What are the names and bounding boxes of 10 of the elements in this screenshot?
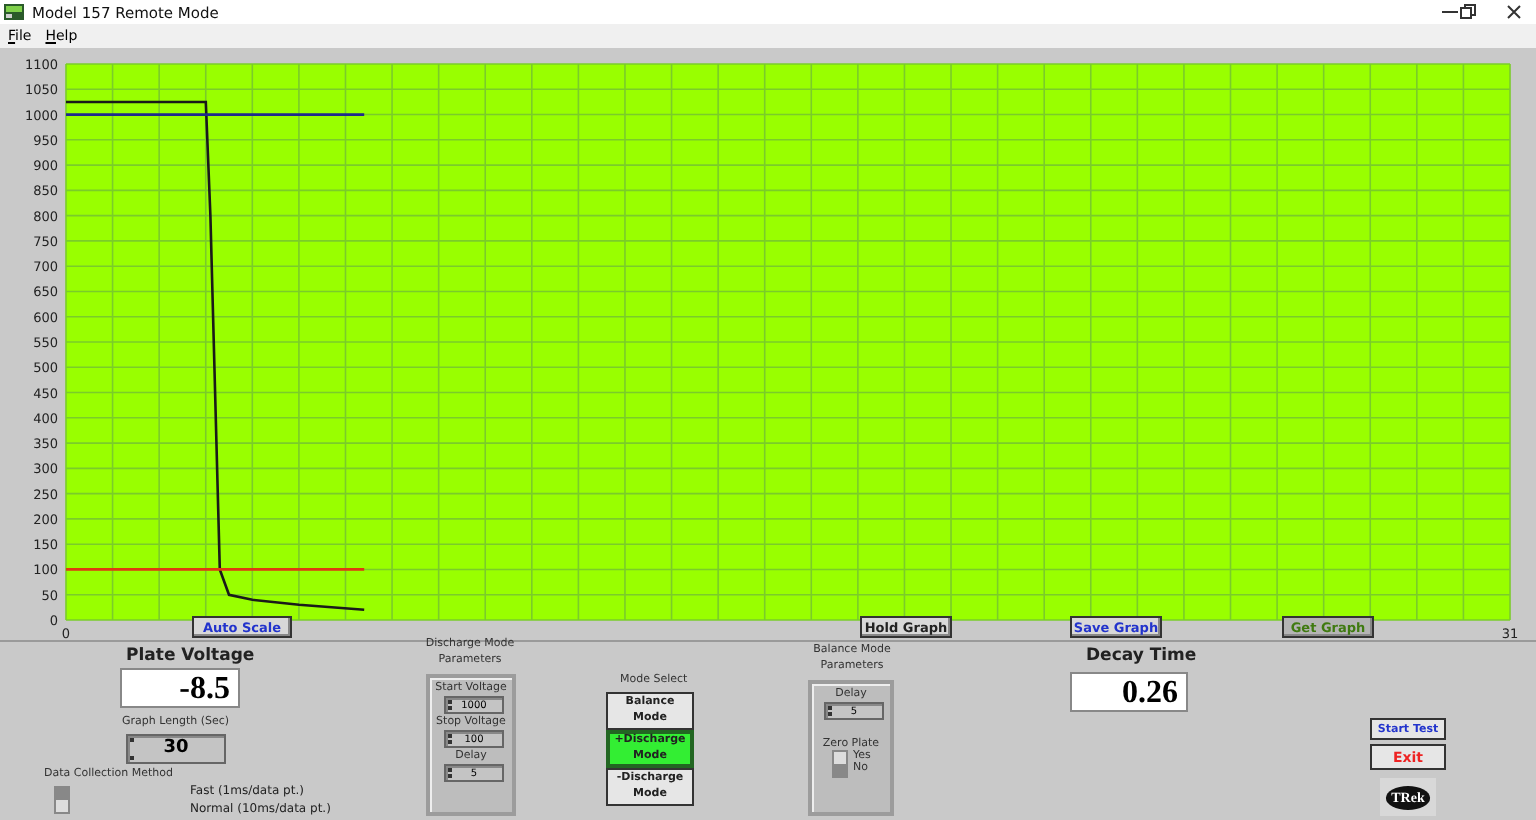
- field-label: Plate Voltage: [126, 646, 255, 666]
- close-icon[interactable]: [1504, 2, 1524, 22]
- plate-voltage-display: -8.5: [120, 668, 240, 708]
- graph-length-field[interactable]: 30: [126, 734, 226, 764]
- toggle-switch[interactable]: [54, 786, 70, 814]
- decay-time-display: 0.26: [1070, 672, 1188, 712]
- restore-icon[interactable]: [1458, 2, 1478, 22]
- app-icon: [4, 4, 24, 20]
- field-label: Decay Time: [1086, 646, 1197, 666]
- toggle-switch[interactable]: [831, 750, 848, 778]
